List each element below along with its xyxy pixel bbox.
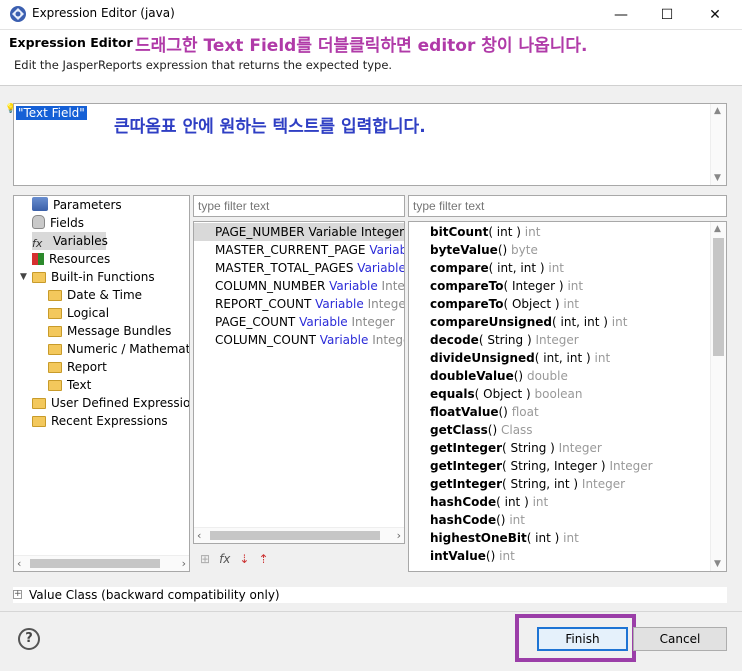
tree-item-logical[interactable]: Logical	[48, 304, 109, 322]
list-item[interactable]: highestOneBit( int ) int	[409, 529, 579, 547]
folder-icon	[48, 326, 62, 337]
list-item[interactable]: byteValue() byte	[409, 241, 538, 259]
expand-icon[interactable]: +	[13, 590, 22, 599]
header-annotation: 드래그한 Text Field를 더블클릭하면 editor 창이 나옵니다.	[135, 36, 588, 56]
minimize-button[interactable]: —	[598, 0, 644, 30]
list-item[interactable]: hashCode() int	[409, 511, 525, 529]
chevron-down-icon[interactable]: ▼	[20, 272, 27, 282]
value-class-label: Value Class (backward compatibility only…	[29, 588, 280, 602]
tree-item-resources[interactable]: Resources	[32, 250, 110, 268]
help-icon[interactable]: ?	[18, 628, 40, 650]
folder-icon	[32, 272, 46, 283]
variables-list[interactable]: PAGE_NUMBER Variable Integer MASTER_CURR…	[193, 221, 405, 544]
eclipse-icon	[10, 6, 26, 22]
value-class-section[interactable]: + Value Class (backward compatibility on…	[13, 587, 727, 603]
list-item[interactable]: getInteger( String ) Integer	[409, 439, 602, 457]
scroll-left-icon[interactable]: ‹	[197, 529, 201, 542]
list-item[interactable]: hashCode( int ) int	[409, 493, 548, 511]
tree-item-user-defined-expressions[interactable]: User Defined Expressions	[32, 394, 189, 412]
scroll-up-icon[interactable]: ▲	[714, 224, 721, 234]
tree-item-text[interactable]: Text	[48, 376, 91, 394]
methods-scrollbar[interactable]: ▲ ▼	[710, 222, 726, 571]
list-item[interactable]: REPORT_COUNT Variable Integer	[194, 295, 404, 313]
function-filter-icon[interactable]: fx	[219, 552, 230, 570]
variables-icon: fx	[32, 237, 43, 250]
dialog-header: Expression Editor 드래그한 Text Field를 더블클릭하…	[0, 30, 742, 86]
folder-icon	[48, 290, 62, 301]
methods-list[interactable]: bitCount( int ) int byteValue() byte com…	[408, 221, 727, 572]
cancel-button[interactable]: Cancel	[633, 627, 727, 651]
list-item[interactable]: compareTo( Object ) int	[409, 295, 579, 313]
folder-icon	[32, 416, 46, 427]
fields-icon	[32, 215, 45, 229]
list-item[interactable]: PAGE_NUMBER Variable Integer	[194, 223, 404, 241]
variables-horizontal-scrollbar[interactable]: ‹ ›	[194, 527, 404, 543]
variables-scroll-thumb[interactable]	[210, 531, 380, 540]
tree-item-date-time[interactable]: Date & Time	[48, 286, 142, 304]
folder-icon	[48, 344, 62, 355]
window-title: Expression Editor (java)	[32, 6, 175, 20]
list-item[interactable]: compareTo( Integer ) int	[409, 277, 583, 295]
sort-ascending-icon[interactable]: ⇣	[239, 552, 249, 570]
title-bar: Expression Editor (java) — ☐ ✕	[0, 0, 742, 30]
folder-icon	[48, 380, 62, 391]
dialog-description: Edit the JasperReports expression that r…	[14, 58, 393, 72]
list-item[interactable]: bitCount( int ) int	[409, 223, 540, 241]
scroll-right-icon[interactable]: ›	[397, 529, 401, 542]
tree-scroll-thumb[interactable]	[30, 559, 160, 568]
list-item[interactable]: compareUnsigned( int, int ) int	[409, 313, 627, 331]
tree-horizontal-scrollbar[interactable]: ‹ ›	[14, 555, 189, 571]
tree-item-built-in-functions[interactable]: Built-in Functions	[32, 268, 155, 286]
show-all-icon[interactable]: ⊞	[200, 552, 210, 570]
finish-button[interactable]: Finish	[537, 627, 628, 651]
scroll-down-icon[interactable]: ▼	[714, 559, 721, 569]
expression-annotation: 큰따옴표 안에 원하는 텍스트를 입력합니다.	[114, 117, 426, 137]
dialog-title: Expression Editor	[9, 35, 133, 50]
scroll-down-icon[interactable]: ▼	[714, 173, 721, 183]
maximize-button[interactable]: ☐	[644, 0, 690, 30]
sort-descending-icon[interactable]: ⇡	[258, 552, 268, 570]
tree-item-numeric[interactable]: Numeric / Mathematical	[48, 340, 189, 358]
list-item[interactable]: compare( int, int ) int	[409, 259, 564, 277]
list-item[interactable]: MASTER_TOTAL_PAGES Variable Integer	[194, 259, 404, 277]
scroll-up-icon[interactable]: ▲	[714, 106, 721, 116]
scroll-left-icon[interactable]: ‹	[17, 557, 21, 570]
list-item[interactable]: getClass() Class	[409, 421, 533, 439]
folder-icon	[48, 308, 62, 319]
category-tree[interactable]: Parameters Fields fx Variables Resources …	[13, 195, 190, 572]
list-item[interactable]: divideUnsigned( int, int ) int	[409, 349, 610, 367]
expression-editor[interactable]: "Text Field" 큰따옴표 안에 원하는 텍스트를 입력합니다. ▲ ▼	[13, 103, 727, 186]
list-item[interactable]: equals( Object ) boolean	[409, 385, 583, 403]
folder-icon	[32, 398, 46, 409]
tree-item-fields[interactable]: Fields	[32, 214, 84, 232]
list-item[interactable]: COLUMN_NUMBER Variable Integer	[194, 277, 404, 295]
scroll-right-icon[interactable]: ›	[182, 557, 186, 570]
list-item[interactable]: doubleValue() double	[409, 367, 568, 385]
tree-item-parameters[interactable]: Parameters	[32, 196, 122, 214]
divider	[0, 611, 742, 612]
list-item[interactable]: MASTER_CURRENT_PAGE Variable Integer	[194, 241, 404, 259]
close-button[interactable]: ✕	[692, 0, 738, 30]
list-item[interactable]: floatValue() float	[409, 403, 539, 421]
list-item[interactable]: getInteger( String, Integer ) Integer	[409, 457, 653, 475]
list-item[interactable]: getInteger( String, int ) Integer	[409, 475, 625, 493]
tree-item-recent-expressions[interactable]: Recent Expressions	[32, 412, 168, 430]
tree-item-variables[interactable]: fx Variables	[32, 232, 108, 250]
list-item[interactable]: COLUMN_COUNT Variable Integer	[194, 331, 404, 349]
resources-icon	[32, 253, 44, 265]
parameters-icon	[32, 197, 48, 211]
list-item[interactable]: decode( String ) Integer	[409, 331, 579, 349]
methods-scroll-thumb[interactable]	[713, 238, 724, 356]
methods-filter-input[interactable]	[408, 195, 727, 217]
tree-item-report[interactable]: Report	[48, 358, 107, 376]
list-item[interactable]: intValue() int	[409, 547, 515, 565]
variables-filter-input[interactable]	[193, 195, 405, 217]
tree-item-message-bundles[interactable]: Message Bundles	[48, 322, 171, 340]
expression-text[interactable]: "Text Field"	[16, 106, 87, 120]
list-toolbar: ⊞ fx ⇣ ⇡	[200, 552, 269, 570]
list-item[interactable]: PAGE_COUNT Variable Integer	[194, 313, 404, 331]
expression-scrollbar[interactable]: ▲ ▼	[710, 104, 726, 185]
folder-icon	[48, 362, 62, 373]
